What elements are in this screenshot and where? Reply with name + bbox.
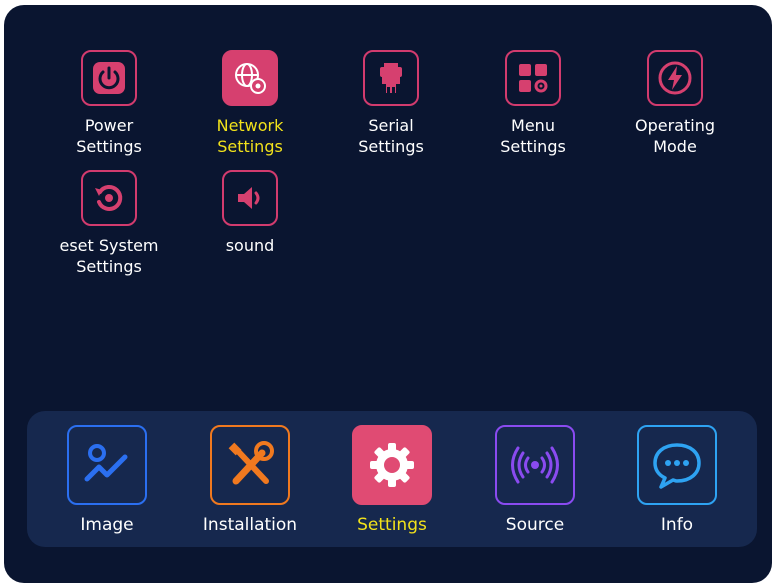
serial-settings-item[interactable]: Serial Settings [321,50,461,157]
speaker-icon [222,170,278,226]
power-settings-label: Power Settings [76,116,142,156]
network-settings-icon [222,50,278,106]
gear-icon [352,425,432,505]
reset-system-settings-label: eset System Settings [59,236,159,276]
dock-item-image[interactable]: Image [37,425,177,535]
broadcast-icon [495,425,575,505]
dock-item-settings[interactable]: Settings [322,425,462,535]
image-chart-icon [67,425,147,505]
sound-item[interactable]: sound [180,170,320,256]
dock-label-info: Info [660,515,694,535]
reset-icon [81,170,137,226]
dock-item-source[interactable]: Source [465,425,605,535]
dock-item-info[interactable]: Info [607,425,747,535]
power-settings-item[interactable]: Power Settings [39,50,179,157]
dock-label-installation: Installation [202,515,298,535]
menu-settings-icon [505,50,561,106]
network-settings-label: Network Settings [216,116,284,156]
settings-screen: Power Settings Network Settings Serial S… [4,5,772,583]
power-icon [81,50,137,106]
operating-mode-item[interactable]: Operating Mode [605,50,745,157]
operating-mode-label: Operating Mode [635,116,715,156]
reset-system-settings-item[interactable]: eset System Settings [39,170,179,277]
dock-label-image: Image [80,515,134,535]
menu-settings-item[interactable]: Menu Settings [463,50,603,157]
sound-label: sound [225,236,275,255]
lightning-icon [647,50,703,106]
serial-port-icon [363,50,419,106]
dock-item-installation[interactable]: Installation [180,425,320,535]
bottom-dock: Image Installation Settings Source Info [27,411,757,547]
chat-bubble-icon [637,425,717,505]
serial-settings-label: Serial Settings [358,116,424,156]
menu-settings-label: Menu Settings [500,116,566,156]
dock-label-source: Source [505,515,565,535]
network-settings-item[interactable]: Network Settings [180,50,320,157]
dock-label-settings: Settings [357,515,427,535]
tools-icon [210,425,290,505]
